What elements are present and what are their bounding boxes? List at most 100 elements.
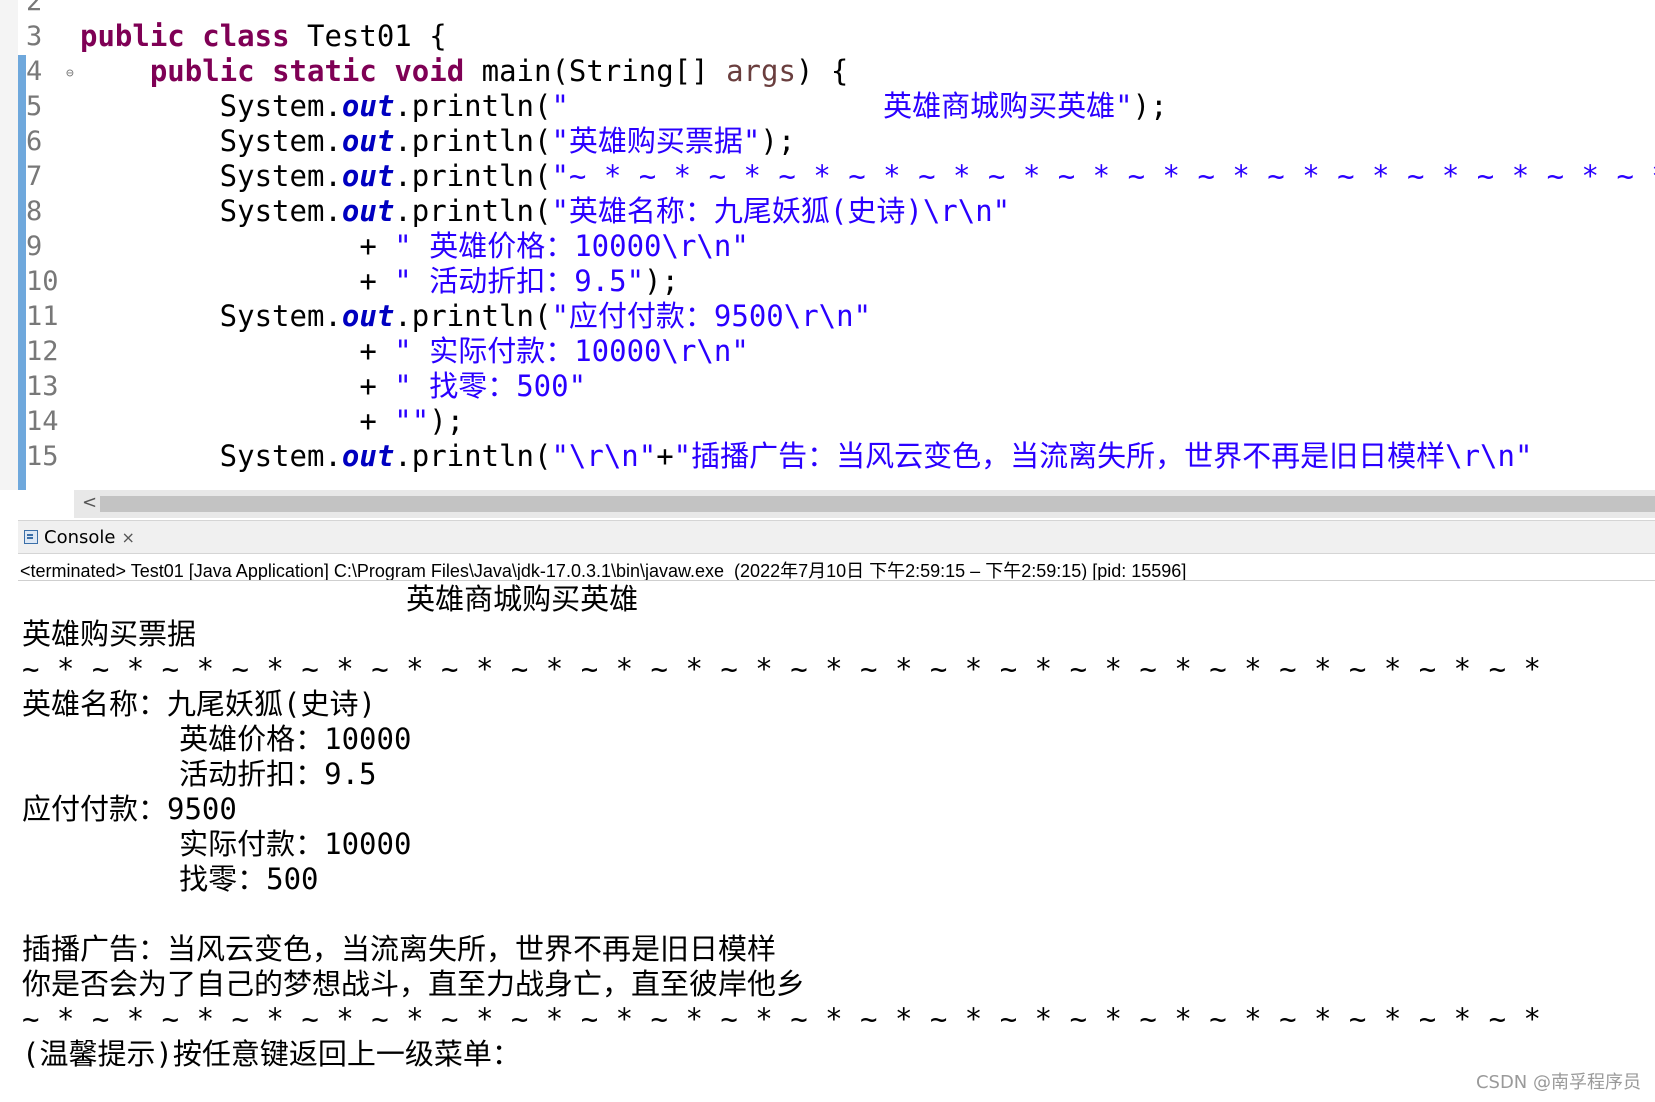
scrollbar-thumb[interactable]	[100, 496, 1655, 512]
code-text: System.out.println("\r\n"+"插播广告：当风云变色，当流…	[80, 438, 1533, 475]
plain-token: System.	[80, 194, 342, 228]
code-text: + " 活动折扣：9.5");	[80, 263, 679, 300]
field-token: out	[341, 89, 395, 123]
line-number: 12	[26, 336, 59, 367]
plain-token: .println(	[394, 299, 552, 333]
console-view: Console × <terminated> Test01 [Java Appl…	[18, 520, 1655, 1102]
plain-token: System.	[80, 439, 342, 473]
code-text: + " 英雄价格：10000\r\n"	[80, 228, 749, 265]
plain-token: Test01 {	[289, 19, 447, 53]
plain-token: );	[429, 404, 465, 438]
console-divider	[18, 580, 1655, 581]
code-text: public class Test01 {	[80, 18, 447, 55]
param-token: args	[726, 54, 796, 88]
string-token: " 英雄价格：10000\r\n"	[394, 229, 749, 263]
string-token: "英雄名称：九尾妖狐(史诗)\r\n"	[551, 194, 1011, 228]
plain-token: System.	[80, 299, 342, 333]
line-number: 2	[26, 0, 43, 17]
line-number: 11	[26, 301, 59, 332]
plain-token: .println(	[394, 124, 552, 158]
line-number: 15	[26, 441, 59, 472]
field-token: out	[341, 124, 395, 158]
code-text: public static void main(String[] args) {	[80, 53, 848, 90]
plain-token: );	[760, 124, 796, 158]
console-output-line: 活动折扣：9.5	[22, 757, 377, 791]
line-number: 5	[26, 91, 43, 122]
fold-toggle-icon[interactable]: ⊖	[66, 55, 74, 92]
plain-token: System.	[80, 159, 342, 193]
console-output-line: 插播广告：当风云变色，当流离失所，世界不再是旧日模样	[22, 932, 777, 966]
watermark: CSDN @南孚程序员	[1475, 1072, 1641, 1093]
console-output-line: 找零：500	[22, 862, 319, 896]
horizontal-scrollbar[interactable]: <	[74, 490, 1655, 518]
console-tab-bar: Console ×	[18, 520, 1655, 554]
string-token: "\r\n"	[551, 439, 657, 473]
plain-token: +	[80, 264, 395, 298]
plain-token: .println(	[394, 159, 552, 193]
console-output-line: 英雄价格：10000	[22, 722, 412, 756]
string-token: " 英雄商城购买英雄"	[551, 89, 1133, 123]
plain-token: .println(	[394, 439, 552, 473]
change-ruler	[18, 55, 26, 490]
code-text: System.out.println(" 英雄商城购买英雄");	[80, 88, 1168, 125]
keyword-token: public	[80, 19, 185, 53]
plain-token: System.	[80, 89, 342, 123]
string-token: "应付付款：9500\r\n"	[551, 299, 872, 333]
scroll-left-arrow-icon[interactable]: <	[82, 492, 97, 513]
keyword-token: public	[149, 54, 255, 88]
plain-token: +	[80, 229, 395, 263]
field-token: out	[341, 299, 395, 333]
field-token: out	[341, 439, 395, 473]
plain-token: );	[644, 264, 679, 298]
code-text: + " 实际付款：10000\r\n"	[80, 333, 748, 370]
string-token: ""	[394, 404, 430, 438]
string-token: "~ * ~ * ~ * ~ * ~ * ~ * ~ * ~ * ~ * ~ *…	[551, 159, 1655, 193]
line-number: 14	[26, 406, 59, 437]
console-output-line: 英雄商城购买英雄	[22, 582, 639, 616]
console-output-line: 应付付款：9500	[22, 792, 237, 826]
plain-token: +	[80, 334, 395, 368]
plain-token: );	[1132, 89, 1168, 123]
line-number: 10	[26, 266, 59, 297]
console-output-line: 英雄名称：九尾妖狐(史诗)	[22, 687, 376, 721]
code-text: System.out.println("~ * ~ * ~ * ~ * ~ * …	[80, 158, 1655, 195]
line-number: 8	[26, 196, 43, 227]
console-output-line: 你是否会为了自己的梦想战斗，直至力战身亡，直至彼岸他乡	[22, 967, 806, 1001]
plain-token: +	[80, 369, 395, 403]
line-number: 3	[26, 21, 43, 52]
keyword-token: class	[202, 19, 290, 53]
editor-left-margin	[0, 0, 18, 490]
plain-token: System.	[80, 124, 342, 158]
code-text: + " 找零：500"	[80, 368, 586, 405]
string-token: "插播广告：当风云变色，当流离失所，世界不再是旧日模样\r\n"	[673, 439, 1533, 473]
line-number: 13	[26, 371, 59, 402]
string-token: "英雄购买票据"	[551, 124, 761, 158]
field-token: out	[341, 194, 395, 228]
line-number: 7	[26, 161, 43, 192]
console-icon	[24, 530, 38, 544]
string-token: " 活动折扣：9.5"	[394, 264, 645, 298]
console-output-line: 英雄购买票据	[22, 617, 197, 651]
tab-console[interactable]: Console ×	[24, 525, 135, 549]
keyword-token: static	[272, 54, 377, 88]
console-output-line: 实际付款：10000	[22, 827, 412, 861]
plain-token: .println(	[394, 194, 552, 228]
keyword-token: void	[394, 54, 465, 88]
plain-token: +	[80, 404, 395, 438]
code-text: System.out.println("应付付款：9500\r\n"	[80, 298, 871, 335]
code-editor[interactable]: 2 3 public class Test01 {4 ⊖ public static …	[0, 0, 1655, 490]
console-tab-label: Console	[44, 526, 116, 548]
string-token: " 找零：500"	[394, 369, 587, 403]
console-output-line: (温馨提示)按任意键返回上一级菜单：	[22, 1037, 521, 1071]
plain-token: +	[656, 439, 674, 473]
console-output-line: ~ * ~ * ~ * ~ * ~ * ~ * ~ * ~ * ~ * ~ * …	[22, 652, 1541, 686]
line-number: 6	[26, 126, 43, 157]
close-icon[interactable]: ×	[121, 528, 134, 547]
code-text: System.out.println("英雄名称：九尾妖狐(史诗)\r\n"	[80, 193, 1010, 230]
plain-token: .println(	[394, 89, 552, 123]
console-output-line: ~ * ~ * ~ * ~ * ~ * ~ * ~ * ~ * ~ * ~ * …	[22, 1002, 1541, 1036]
